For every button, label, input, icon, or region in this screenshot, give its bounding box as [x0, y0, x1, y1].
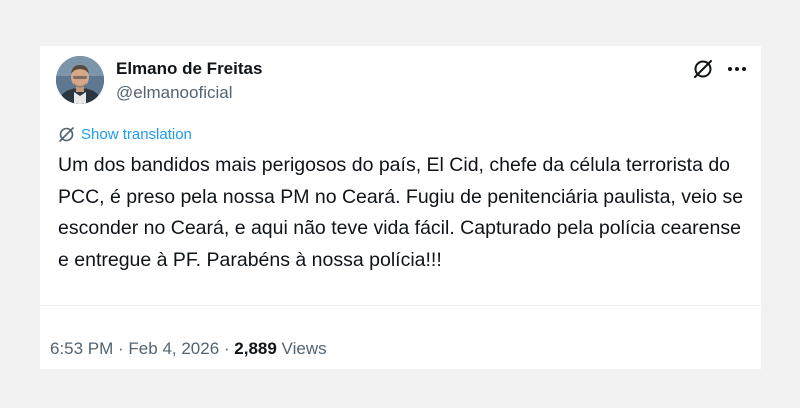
- translate-icon: [59, 127, 74, 142]
- grok-icon: [694, 60, 712, 78]
- tweet-time[interactable]: 6:53 PM: [50, 339, 113, 358]
- more-icon: [728, 67, 746, 71]
- author-handle[interactable]: @elmanooficial: [116, 83, 232, 103]
- meta-separator: ·: [219, 339, 235, 358]
- avatar[interactable]: [56, 56, 104, 104]
- view-count[interactable]: 2,889: [234, 339, 277, 358]
- divider: [40, 305, 761, 306]
- show-translation-link[interactable]: Show translation: [58, 126, 192, 143]
- meta-separator: ·: [113, 339, 129, 358]
- tweet-text: Um dos bandidos mais perigosos do país, …: [58, 154, 744, 271]
- tweet-date[interactable]: Feb 4, 2026: [128, 339, 219, 358]
- author-name[interactable]: Elmano de Freitas: [116, 59, 262, 79]
- tweet-card: Elmano de Freitas @elmanooficial Show tr…: [40, 46, 761, 369]
- grok-button[interactable]: [692, 58, 714, 80]
- show-translation-label: Show translation: [81, 126, 192, 143]
- more-options-button[interactable]: [726, 58, 748, 80]
- views-label: Views: [276, 339, 327, 358]
- tweet-meta: 6:53 PM · Feb 4, 2026 · 2,889 Views: [50, 339, 327, 359]
